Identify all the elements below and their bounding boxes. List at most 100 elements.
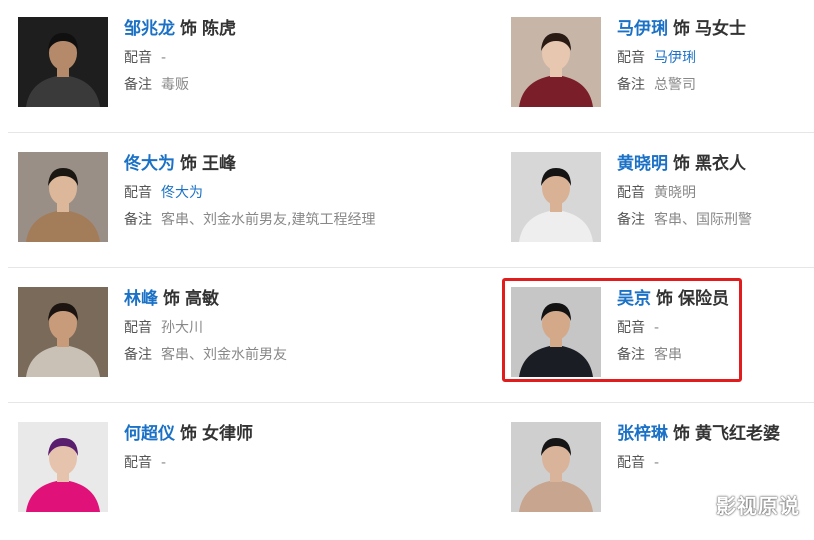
dubbing-row: 配音 孙大川 bbox=[124, 319, 354, 337]
as-separator: 饰 bbox=[180, 154, 197, 174]
dubbing-label: 配音 bbox=[617, 50, 645, 66]
cast-info: 黄晓明饰黑衣人 配音 黄晓明 备注 客串、国际刑警 bbox=[617, 152, 814, 229]
role-name: 高敏 bbox=[185, 289, 219, 309]
dubbing-value-link[interactable]: 马伊琍 bbox=[654, 50, 696, 66]
cast-title: 邹兆龙饰陈虎 bbox=[124, 17, 354, 41]
actor-photo[interactable] bbox=[18, 287, 108, 377]
dubbing-label: 配音 bbox=[124, 185, 152, 201]
actor-photo[interactable] bbox=[511, 17, 601, 107]
cast-info: 马伊琍饰马女士 配音 马伊琍 备注 总警司 bbox=[617, 17, 814, 94]
portrait-image bbox=[18, 422, 108, 512]
watermark: 影视原说 bbox=[716, 494, 800, 518]
dubbing-label: 配音 bbox=[617, 185, 645, 201]
cast-row: 何超仪饰女律师 配音 - 张梓琳饰黄飞红老婆 配音 - bbox=[0, 405, 814, 540]
dubbing-row: 配音 佟大为 bbox=[124, 184, 354, 202]
as-separator: 饰 bbox=[180, 424, 197, 444]
actor-photo[interactable] bbox=[511, 152, 601, 242]
note-value: 毒贩 bbox=[161, 77, 189, 93]
cast-title: 佟大为饰王峰 bbox=[124, 152, 354, 176]
cast-info: 何超仪饰女律师 配音 - bbox=[124, 422, 354, 472]
cast-info: 张梓琳饰黄飞红老婆 配音 - bbox=[617, 422, 814, 472]
cast-title: 张梓琳饰黄飞红老婆 bbox=[617, 422, 814, 446]
highlight-box bbox=[502, 278, 742, 382]
cast-card: 黄晓明饰黑衣人 配音 黄晓明 备注 客串、国际刑警 bbox=[511, 152, 811, 262]
actor-photo[interactable] bbox=[18, 152, 108, 242]
cast-card: 何超仪饰女律师 配音 - bbox=[18, 422, 318, 532]
as-separator: 饰 bbox=[673, 424, 690, 444]
actor-name-link[interactable]: 张梓琳 bbox=[617, 424, 668, 444]
cast-title: 黄晓明饰黑衣人 bbox=[617, 152, 814, 176]
as-separator: 饰 bbox=[673, 19, 690, 39]
portrait-image bbox=[511, 17, 601, 107]
note-label: 备注 bbox=[124, 347, 152, 363]
as-separator: 饰 bbox=[673, 154, 690, 174]
dubbing-label: 配音 bbox=[124, 50, 152, 66]
dubbing-label: 配音 bbox=[617, 455, 645, 471]
cast-row: 邹兆龙饰陈虎 配音 - 备注 毒贩 马伊琍饰马女士 配音 马伊琍 备注 总警司 bbox=[0, 0, 814, 135]
cast-card: 邹兆龙饰陈虎 配音 - 备注 毒贩 bbox=[18, 17, 318, 127]
cast-title: 何超仪饰女律师 bbox=[124, 422, 354, 446]
role-name: 黑衣人 bbox=[695, 154, 746, 174]
role-name: 陈虎 bbox=[202, 19, 236, 39]
dubbing-value: 孙大川 bbox=[161, 320, 203, 336]
portrait-image bbox=[18, 152, 108, 242]
dubbing-value: - bbox=[654, 455, 660, 471]
role-name: 马女士 bbox=[695, 19, 746, 39]
note-value: 总警司 bbox=[654, 77, 696, 93]
cast-row: 佟大为饰王峰 配音 佟大为 备注 客串、刘金水前男友,建筑工程经理 黄晓明饰黑衣人 … bbox=[0, 135, 814, 270]
note-label: 备注 bbox=[617, 212, 645, 228]
cast-title: 林峰饰高敏 bbox=[124, 287, 354, 311]
role-name: 黄飞红老婆 bbox=[695, 424, 780, 444]
role-name: 女律师 bbox=[202, 424, 253, 444]
dubbing-label: 配音 bbox=[124, 455, 152, 471]
dubbing-value: - bbox=[161, 50, 167, 66]
dubbing-value-link[interactable]: 佟大为 bbox=[161, 185, 203, 201]
actor-name-link[interactable]: 何超仪 bbox=[124, 424, 175, 444]
dubbing-value: 黄晓明 bbox=[654, 185, 696, 201]
actor-photo[interactable] bbox=[511, 422, 601, 512]
row-divider bbox=[8, 402, 814, 403]
note-row: 备注 客串、刘金水前男友,建筑工程经理 bbox=[124, 211, 375, 229]
cast-list: 邹兆龙饰陈虎 配音 - 备注 毒贩 马伊琍饰马女士 配音 马伊琍 备注 总警司 佟 bbox=[0, 0, 814, 525]
actor-name-link[interactable]: 马伊琍 bbox=[617, 19, 668, 39]
row-divider bbox=[8, 267, 814, 268]
cast-title: 马伊琍饰马女士 bbox=[617, 17, 814, 41]
actor-photo[interactable] bbox=[18, 17, 108, 107]
dubbing-row: 配音 - bbox=[124, 49, 354, 67]
portrait-image bbox=[18, 287, 108, 377]
note-row: 备注 客串、刘金水前男友 bbox=[124, 346, 354, 364]
actor-photo[interactable] bbox=[18, 422, 108, 512]
actor-name-link[interactable]: 佟大为 bbox=[124, 154, 175, 174]
dubbing-row: 配音 马伊琍 bbox=[617, 49, 814, 67]
dubbing-row: 配音 黄晓明 bbox=[617, 184, 814, 202]
as-separator: 饰 bbox=[180, 19, 197, 39]
cast-info: 佟大为饰王峰 配音 佟大为 备注 客串、刘金水前男友,建筑工程经理 bbox=[124, 152, 375, 229]
note-label: 备注 bbox=[124, 212, 152, 228]
note-label: 备注 bbox=[617, 77, 645, 93]
cast-card: 林峰饰高敏 配音 孙大川 备注 客串、刘金水前男友 bbox=[18, 287, 318, 397]
cast-info: 邹兆龙饰陈虎 配音 - 备注 毒贩 bbox=[124, 17, 354, 94]
cast-card: 佟大为饰王峰 配音 佟大为 备注 客串、刘金水前男友,建筑工程经理 bbox=[18, 152, 375, 262]
note-row: 备注 毒贩 bbox=[124, 76, 354, 94]
actor-name-link[interactable]: 林峰 bbox=[124, 289, 158, 309]
role-name: 王峰 bbox=[202, 154, 236, 174]
dubbing-row: 配音 - bbox=[124, 454, 354, 472]
note-row: 备注 总警司 bbox=[617, 76, 814, 94]
portrait-image bbox=[18, 17, 108, 107]
note-label: 备注 bbox=[124, 77, 152, 93]
dubbing-label: 配音 bbox=[124, 320, 152, 336]
note-value: 客串、刘金水前男友,建筑工程经理 bbox=[161, 212, 376, 228]
actor-name-link[interactable]: 黄晓明 bbox=[617, 154, 668, 174]
note-value: 客串、国际刑警 bbox=[654, 212, 752, 228]
dubbing-value: - bbox=[161, 455, 167, 471]
cast-info: 林峰饰高敏 配音 孙大川 备注 客串、刘金水前男友 bbox=[124, 287, 354, 364]
dubbing-row: 配音 - bbox=[617, 454, 814, 472]
portrait-image bbox=[511, 152, 601, 242]
row-divider bbox=[8, 132, 814, 133]
cast-card: 马伊琍饰马女士 配音 马伊琍 备注 总警司 bbox=[511, 17, 811, 127]
actor-name-link[interactable]: 邹兆龙 bbox=[124, 19, 175, 39]
note-value: 客串、刘金水前男友 bbox=[161, 347, 287, 363]
portrait-image bbox=[511, 422, 601, 512]
note-row: 备注 客串、国际刑警 bbox=[617, 211, 814, 229]
as-separator: 饰 bbox=[163, 289, 180, 309]
